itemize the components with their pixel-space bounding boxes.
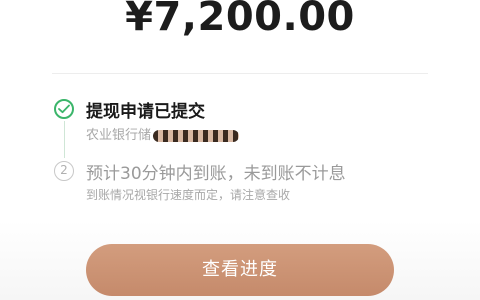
step-2-title: 预计30分钟内到账，未到账不计息 bbox=[86, 164, 346, 184]
check-icon bbox=[58, 104, 70, 114]
bank-account-label: 农业银行储 bbox=[86, 128, 152, 143]
timeline-connector bbox=[64, 121, 65, 158]
step-2-number: 2 bbox=[54, 161, 74, 181]
step-2-subtitle: 到账情况视银行速度而定，请注意查收 bbox=[86, 188, 291, 202]
withdrawal-amount: ¥7,200.00 bbox=[125, 0, 355, 40]
step-complete-indicator bbox=[54, 99, 74, 119]
step-1-subtitle: 农业银行储 bbox=[86, 124, 240, 143]
view-progress-button[interactable]: 查看进度 bbox=[86, 244, 394, 296]
redacted-account-number bbox=[153, 129, 240, 142]
step-1-title: 提现申请已提交 bbox=[86, 102, 205, 122]
divider bbox=[52, 73, 428, 74]
